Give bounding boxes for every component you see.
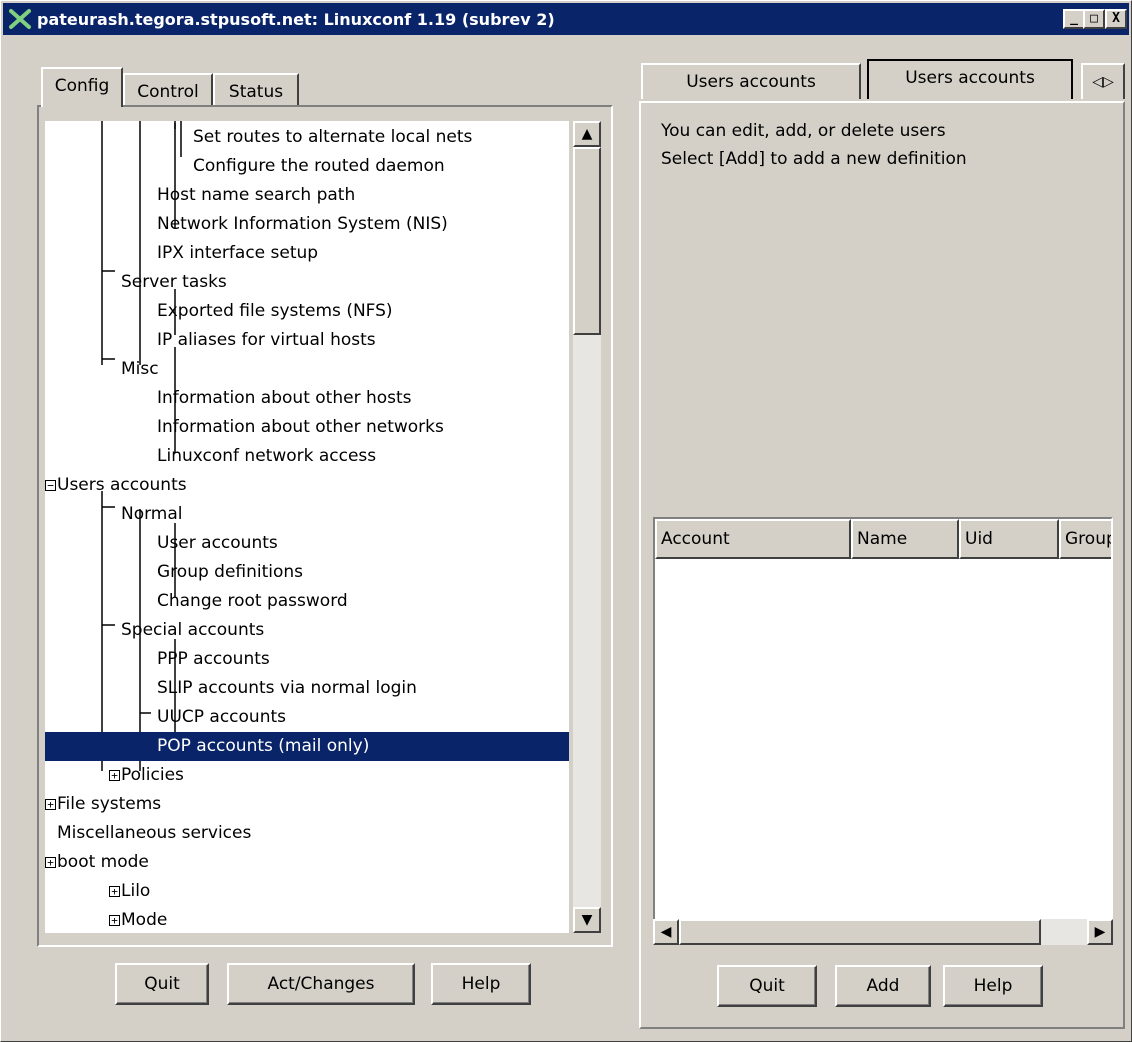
help-button[interactable]: Help bbox=[431, 963, 531, 1005]
description-line-2: Select [Add] to add a new definition bbox=[661, 149, 967, 169]
expand-plus-icon[interactable]: + bbox=[109, 915, 120, 926]
description-line-1: You can edit, add, or delete users bbox=[661, 121, 946, 141]
tree-item[interactable]: POP accounts (mail only) bbox=[45, 732, 569, 761]
tree-item-label: Information about other networks bbox=[157, 417, 444, 437]
maximize-button[interactable]: □ bbox=[1083, 9, 1105, 29]
tree-item[interactable]: Normal bbox=[45, 500, 569, 529]
tree-item[interactable]: + Mode bbox=[45, 906, 569, 933]
tree-item[interactable]: − Users accounts bbox=[45, 471, 569, 500]
tree-item-label: Group definitions bbox=[157, 562, 304, 582]
tree-item[interactable]: + boot mode bbox=[45, 848, 569, 877]
tree-item-label: Host name search path bbox=[157, 185, 356, 205]
col-header-account[interactable]: Account bbox=[655, 519, 851, 559]
tree-item-label: Miscellaneous services bbox=[57, 823, 252, 843]
tree-item[interactable]: IP aliases for virtual hosts bbox=[45, 326, 569, 355]
tree-item[interactable]: Information about other hosts bbox=[45, 384, 569, 413]
linuxconf-window: pateurash.tegora.stpusoft.net: Linuxconf… bbox=[0, 0, 1132, 1042]
tree-item[interactable]: UUCP accounts bbox=[45, 703, 569, 732]
tree-item-label: Users accounts bbox=[57, 475, 187, 495]
act-changes-button[interactable]: Act/Changes bbox=[227, 963, 415, 1005]
tree-item-label: Misc bbox=[121, 359, 159, 379]
linuxconf-x-icon bbox=[9, 9, 31, 29]
tree-item[interactable]: Group definitions bbox=[45, 558, 569, 587]
tree-item-label: IP aliases for virtual hosts bbox=[157, 330, 376, 350]
scroll-thumb[interactable] bbox=[573, 147, 601, 335]
tree-item[interactable]: Configure the routed daemon bbox=[45, 152, 569, 181]
tree-item[interactable]: User accounts bbox=[45, 529, 569, 558]
tree-item-label: Special accounts bbox=[121, 620, 265, 640]
tree-item[interactable]: PPP accounts bbox=[45, 645, 569, 674]
tab-status[interactable]: Status bbox=[213, 73, 299, 109]
close-button[interactable]: X bbox=[1105, 9, 1127, 29]
help-button-right[interactable]: Help bbox=[943, 965, 1043, 1007]
tab-users-accounts-2[interactable]: Users accounts bbox=[867, 59, 1073, 99]
scroll-left-arrow-icon[interactable]: ◀ bbox=[653, 919, 679, 945]
quit-button-right[interactable]: Quit bbox=[717, 965, 817, 1007]
col-header-uid[interactable]: Uid bbox=[959, 519, 1059, 559]
tree-item[interactable]: Server tasks bbox=[45, 268, 569, 297]
tree-item[interactable]: Linuxconf network access bbox=[45, 442, 569, 471]
tree-item-label: Network Information System (NIS) bbox=[157, 214, 448, 234]
add-button[interactable]: Add bbox=[835, 965, 931, 1007]
expand-plus-icon[interactable]: + bbox=[109, 770, 120, 781]
hscroll-thumb[interactable] bbox=[679, 919, 1041, 945]
tree-item[interactable]: Host name search path bbox=[45, 181, 569, 210]
tree-item[interactable]: Change root password bbox=[45, 587, 569, 616]
tree-item-label: Set routes to alternate local nets bbox=[193, 127, 473, 147]
tree-item[interactable]: + Lilo bbox=[45, 877, 569, 906]
tree-item-label: boot mode bbox=[57, 852, 149, 872]
tree-item-label: POP accounts (mail only) bbox=[157, 736, 370, 756]
tree-item-label: Policies bbox=[121, 765, 184, 785]
window-title: pateurash.tegora.stpusoft.net: Linuxconf… bbox=[37, 10, 555, 29]
tree-item[interactable]: SLIP accounts via normal login bbox=[45, 674, 569, 703]
tree-item-label: Configure the routed daemon bbox=[193, 156, 445, 176]
tree-item-label: Server tasks bbox=[121, 272, 227, 292]
col-header-name[interactable]: Name bbox=[851, 519, 959, 559]
tree-item-label: User accounts bbox=[157, 533, 278, 553]
tree-item[interactable]: Information about other networks bbox=[45, 413, 569, 442]
scroll-down-arrow-icon[interactable]: ▼ bbox=[573, 907, 601, 933]
tree-item-label: Normal bbox=[121, 504, 183, 524]
tree-item[interactable]: Network Information System (NIS) bbox=[45, 210, 569, 239]
collapse-minus-icon[interactable]: − bbox=[45, 480, 56, 491]
tree-item-label: SLIP accounts via normal login bbox=[157, 678, 417, 698]
scroll-right-arrow-icon[interactable]: ▶ bbox=[1087, 919, 1113, 945]
accounts-table[interactable]: Account Name Uid Group bbox=[653, 517, 1113, 945]
tree-item[interactable]: Misc bbox=[45, 355, 569, 384]
title-bar[interactable]: pateurash.tegora.stpusoft.net: Linuxconf… bbox=[3, 3, 1129, 35]
tree-vertical-scrollbar[interactable]: ▲ ▼ bbox=[573, 121, 601, 933]
minimize-button[interactable]: _ bbox=[1063, 9, 1085, 29]
tree-item[interactable]: Miscellaneous services bbox=[45, 819, 569, 848]
tree-item[interactable]: Exported file systems (NFS) bbox=[45, 297, 569, 326]
tab-users-accounts-1[interactable]: Users accounts bbox=[641, 63, 861, 99]
tab-control[interactable]: Control bbox=[123, 73, 213, 109]
tab-config[interactable]: Config bbox=[41, 67, 123, 107]
tree-item[interactable]: Set routes to alternate local nets bbox=[45, 123, 569, 152]
tree-item[interactable]: + Policies bbox=[45, 761, 569, 790]
tree-item-label: UUCP accounts bbox=[157, 707, 286, 727]
tree-item[interactable]: + File systems bbox=[45, 790, 569, 819]
config-tree[interactable]: Set routes to alternate local nets Config… bbox=[45, 121, 569, 933]
tree-item-label: Lilo bbox=[121, 881, 151, 901]
tree-item-label: PPP accounts bbox=[157, 649, 270, 669]
expand-plus-icon[interactable]: + bbox=[45, 799, 56, 810]
scroll-up-arrow-icon[interactable]: ▲ bbox=[573, 121, 601, 147]
tree-item-label: Linuxconf network access bbox=[157, 446, 377, 466]
tree-item[interactable]: Special accounts bbox=[45, 616, 569, 645]
expand-plus-icon[interactable]: + bbox=[45, 857, 56, 868]
tree-item-label: Information about other hosts bbox=[157, 388, 412, 408]
tree-item-label: IPX interface setup bbox=[157, 243, 319, 263]
expand-plus-icon[interactable]: + bbox=[109, 886, 120, 897]
quit-button[interactable]: Quit bbox=[115, 963, 209, 1005]
tree-item-label: Change root password bbox=[157, 591, 348, 611]
tree-item-label: Exported file systems (NFS) bbox=[157, 301, 393, 321]
table-horizontal-scrollbar[interactable]: ◀ ▶ bbox=[653, 919, 1113, 945]
tree-item-label: File systems bbox=[57, 794, 162, 814]
tree-item-label: Mode bbox=[121, 910, 168, 930]
col-header-group[interactable]: Group bbox=[1059, 519, 1111, 559]
tree-item[interactable]: IPX interface setup bbox=[45, 239, 569, 268]
tab-scroll-arrows-icon[interactable]: ◁▷ bbox=[1081, 63, 1125, 99]
